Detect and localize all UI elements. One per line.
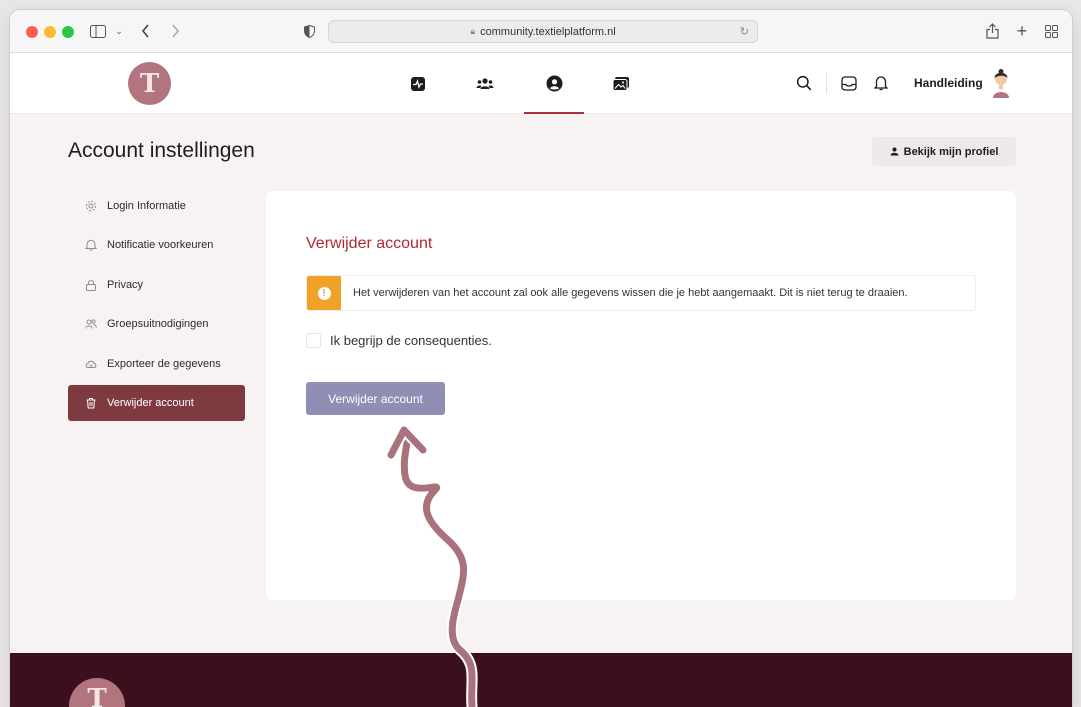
shield-icon[interactable] bbox=[302, 21, 316, 41]
browser-window: ⌄ 🔒︎ community.textielplatform.nl ↻ + T bbox=[10, 10, 1072, 707]
settings-sidebar: Login Informatie Notificatie voorkeuren … bbox=[68, 188, 245, 424]
page-title: Account instellingen bbox=[68, 139, 255, 162]
site-footer: T bbox=[10, 653, 1072, 707]
bell-icon[interactable] bbox=[871, 73, 891, 93]
photos-icon bbox=[612, 76, 629, 91]
consent-row: Ik begrijp de consequenties. bbox=[306, 333, 492, 348]
sidebar-item-export-data[interactable]: Exporteer de gegevens bbox=[68, 346, 245, 382]
footer-logo[interactable]: T bbox=[69, 678, 125, 707]
sidebar-item-label: Privacy bbox=[107, 278, 144, 291]
bell-icon bbox=[85, 239, 97, 251]
lock-icon: 🔒︎ bbox=[470, 26, 476, 36]
back-icon[interactable] bbox=[138, 21, 152, 41]
site-header: T Handleiding bbox=[10, 53, 1072, 114]
nav-groups[interactable] bbox=[455, 53, 515, 114]
view-profile-button[interactable]: Bekijk mijn profiel bbox=[872, 137, 1016, 166]
sidebar-item-group-invites[interactable]: Groepsuitnodigingen bbox=[68, 306, 245, 342]
delete-account-button[interactable]: Verwijder account bbox=[306, 382, 445, 415]
browser-toolbar: ⌄ 🔒︎ community.textielplatform.nl ↻ + bbox=[10, 10, 1072, 53]
minimize-window-button[interactable] bbox=[44, 26, 56, 38]
sidebar-item-label: Login Informatie bbox=[107, 200, 186, 212]
users-icon bbox=[476, 77, 494, 89]
site-logo[interactable]: T bbox=[128, 62, 171, 105]
url-text: community.textielplatform.nl bbox=[480, 25, 616, 38]
tab-overview-icon[interactable] bbox=[1043, 21, 1059, 41]
sidebar-item-delete-account[interactable]: Verwijder account bbox=[68, 384, 245, 421]
sidebar-item-label: Verwijder account bbox=[107, 396, 194, 409]
cloud-download-icon bbox=[85, 358, 97, 370]
header-divider bbox=[826, 72, 827, 94]
nav-media[interactable] bbox=[591, 53, 651, 114]
nav-activity[interactable] bbox=[388, 53, 448, 114]
sidebar-item-notifications[interactable]: Notificatie voorkeuren bbox=[68, 227, 245, 263]
logo-letter: T bbox=[87, 684, 107, 707]
warning-icon: ! bbox=[307, 276, 341, 310]
forward-icon[interactable] bbox=[168, 21, 182, 41]
consent-label[interactable]: Ik begrijp de consequenties. bbox=[330, 333, 492, 348]
warning-text: Het verwijderen van het account zal ook … bbox=[353, 287, 908, 299]
chevron-down-icon[interactable]: ⌄ bbox=[114, 21, 124, 41]
sidebar-item-login-info[interactable]: Login Informatie bbox=[68, 188, 245, 224]
user-name[interactable]: Handleiding bbox=[914, 76, 983, 90]
sidebar-toggle-icon[interactable] bbox=[89, 21, 107, 41]
nav-profile[interactable] bbox=[524, 53, 584, 114]
new-tab-icon[interactable]: + bbox=[1014, 21, 1030, 41]
inbox-icon[interactable] bbox=[839, 73, 859, 93]
view-profile-label: Bekijk mijn profiel bbox=[903, 145, 999, 158]
card-title: Verwijder account bbox=[306, 235, 433, 252]
user-circle-icon bbox=[546, 75, 562, 92]
trash-icon bbox=[85, 397, 97, 409]
sidebar-item-privacy[interactable]: Privacy bbox=[68, 267, 245, 303]
address-bar[interactable]: 🔒︎ community.textielplatform.nl ↻ bbox=[328, 20, 758, 43]
gear-icon bbox=[85, 200, 97, 212]
lock-icon bbox=[85, 279, 97, 291]
avatar[interactable] bbox=[990, 68, 1012, 98]
reload-icon[interactable]: ↻ bbox=[740, 25, 749, 38]
warning-notice: ! Het verwijderen van het account zal oo… bbox=[306, 275, 976, 311]
pulse-icon bbox=[411, 76, 425, 91]
delete-account-card: Verwijder account ! Het verwijderen van … bbox=[266, 191, 1016, 600]
logo-letter: T bbox=[139, 68, 160, 99]
consent-checkbox[interactable] bbox=[306, 333, 321, 348]
sidebar-item-label: Groepsuitnodigingen bbox=[107, 318, 209, 331]
close-window-button[interactable] bbox=[26, 26, 38, 38]
search-icon[interactable] bbox=[794, 73, 814, 93]
zoom-window-button[interactable] bbox=[62, 26, 74, 38]
sidebar-item-label: Notificatie voorkeuren bbox=[107, 239, 214, 252]
users-icon bbox=[85, 318, 97, 330]
user-icon bbox=[890, 147, 899, 156]
share-icon[interactable] bbox=[984, 21, 1000, 41]
sidebar-item-label: Exporteer de gegevens bbox=[107, 357, 221, 370]
